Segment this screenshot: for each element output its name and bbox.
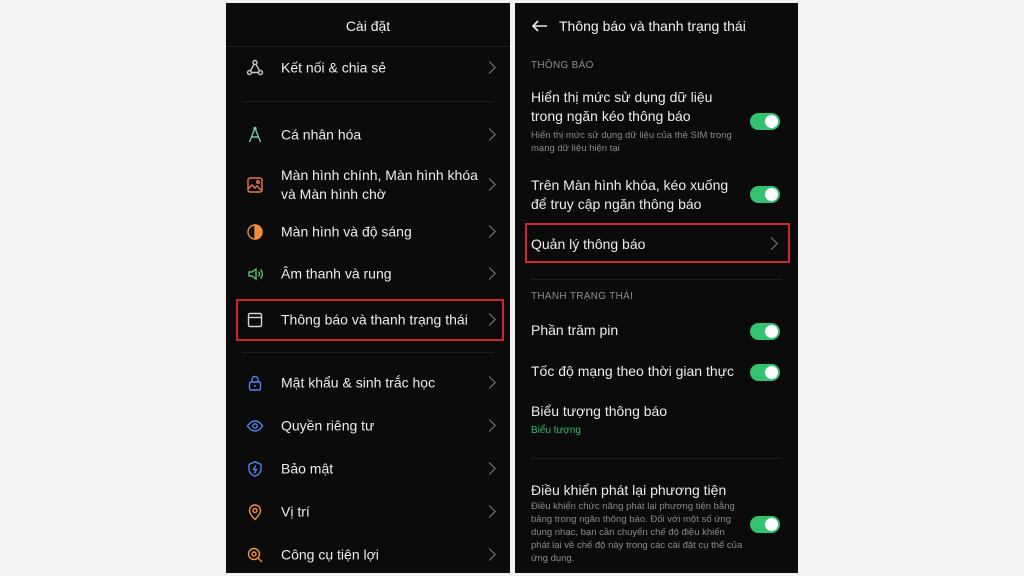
network-speed-setting[interactable]: Tốc độ mạng theo thời gian thực: [515, 360, 798, 384]
setting-value: Biểu tượng: [531, 425, 581, 436]
divider: [242, 101, 494, 102]
chevron-right-icon: [483, 376, 496, 389]
battery-percent-setting[interactable]: Phần trăm pin: [515, 319, 798, 343]
page-title: Thông báo và thanh trạng thái: [559, 18, 746, 34]
settings-item-label: Vị trí: [281, 503, 310, 520]
battery-percent-toggle[interactable]: [750, 323, 780, 340]
settings-item-location[interactable]: Vị trí: [226, 492, 510, 532]
settings-item-display-brightness[interactable]: Màn hình và độ sáng: [226, 212, 510, 252]
share-icon: [246, 59, 264, 76]
chevron-right-icon: [483, 462, 496, 475]
settings-item-privacy[interactable]: Quyền riêng tư: [226, 406, 510, 446]
section-header-status-bar: THANH TRẠNG THÁI: [531, 291, 634, 302]
settings-item-connection-sharing[interactable]: Kết nối & chia sẻ: [226, 48, 510, 88]
lockscreen-pull-setting[interactable]: Trên Màn hình khóa, kéo xuống để truy cậ…: [515, 176, 798, 216]
sound-icon: [248, 267, 263, 281]
media-controls-setting[interactable]: Điều khiển phát lại phương tiện Điều khi…: [515, 479, 798, 571]
data-usage-setting[interactable]: Hiển thị mức sử dụng dữ liệu trong ngăn …: [515, 88, 798, 160]
location-icon: [248, 504, 262, 521]
wallpaper-icon: [247, 177, 263, 193]
settings-item-label: Âm thanh và rung: [281, 265, 392, 282]
settings-item-label: Mật khẩu & sinh trắc học: [281, 374, 436, 391]
settings-item-security[interactable]: Bảo mật: [226, 449, 510, 489]
settings-item-password-biometrics[interactable]: Mật khẩu & sinh trắc học: [226, 363, 510, 403]
settings-item-label: Công cụ tiện lợi: [281, 546, 379, 563]
data-usage-toggle[interactable]: [750, 113, 780, 130]
chevron-right-icon: [483, 225, 496, 238]
privacy-eye-icon: [246, 420, 264, 432]
divider: [531, 458, 782, 459]
setting-title: Phần trăm pin: [531, 322, 619, 338]
lock-icon: [248, 375, 262, 391]
highlight-box: [236, 299, 504, 341]
chevron-right-icon: [483, 128, 496, 141]
brightness-icon: [247, 224, 263, 240]
back-arrow-icon[interactable]: [529, 15, 551, 37]
divider: [242, 352, 494, 353]
settings-item-label: Bảo mật: [281, 460, 334, 477]
tools-icon: [247, 547, 263, 563]
highlight-box: [525, 223, 790, 263]
setting-subtitle: Điều khiển chức năng phát lại phương tiệ…: [531, 501, 743, 564]
personalize-icon: [248, 126, 262, 143]
setting-title: Điều khiển phát lại phương tiện: [531, 482, 727, 498]
media-controls-toggle[interactable]: [750, 516, 780, 533]
setting-title: Tốc độ mạng theo thời gian thực: [531, 363, 734, 379]
shield-icon: [248, 461, 262, 477]
divider: [226, 46, 510, 47]
settings-item-label: Cá nhân hóa: [281, 126, 362, 143]
settings-item-personalization[interactable]: Cá nhân hóa: [226, 115, 510, 155]
chevron-right-icon: [483, 178, 496, 191]
notification-icons-setting[interactable]: Biểu tượng thông báo Biểu tượng: [515, 400, 798, 440]
settings-item-label: Màn hình chính, Màn hình khóa và Màn hìn…: [281, 167, 478, 202]
chevron-right-icon: [483, 267, 496, 280]
settings-screen: Cài đặt Kết nối & chia sẻ Cá nhân hóa Mà…: [226, 3, 510, 573]
section-header-notifications: THÔNG BÁO: [531, 60, 594, 71]
settings-item-convenience-tools[interactable]: Công cụ tiện lợi: [226, 535, 510, 573]
chevron-right-icon: [483, 505, 496, 518]
page-title: Cài đặt: [345, 18, 391, 34]
settings-item-home-lock-screen[interactable]: Màn hình chính, Màn hình khóa và Màn hìn…: [226, 163, 510, 207]
divider: [531, 279, 782, 280]
setting-title: Trên Màn hình khóa, kéo xuống để truy cậ…: [531, 177, 729, 212]
notifications-status-bar-screen: Thông báo và thanh trạng thái THÔNG BÁO …: [515, 3, 798, 573]
setting-title: Biểu tượng thông báo: [531, 403, 668, 419]
setting-subtitle: Hiển thị mức sử dụng dữ liệu của thẻ SIM…: [531, 130, 732, 154]
network-speed-toggle[interactable]: [750, 364, 780, 381]
chevron-right-icon: [483, 548, 496, 561]
lockscreen-pull-toggle[interactable]: [750, 186, 780, 203]
chevron-right-icon: [483, 419, 496, 432]
setting-title: Hiển thị mức sử dụng dữ liệu trong ngăn …: [531, 89, 713, 124]
settings-item-label: Quyền riêng tư: [281, 417, 375, 434]
settings-item-sound-vibration[interactable]: Âm thanh và rung: [226, 254, 510, 294]
settings-item-label: Màn hình và độ sáng: [281, 223, 412, 240]
settings-item-label: Kết nối & chia sẻ: [281, 59, 387, 76]
chevron-right-icon: [483, 61, 496, 74]
